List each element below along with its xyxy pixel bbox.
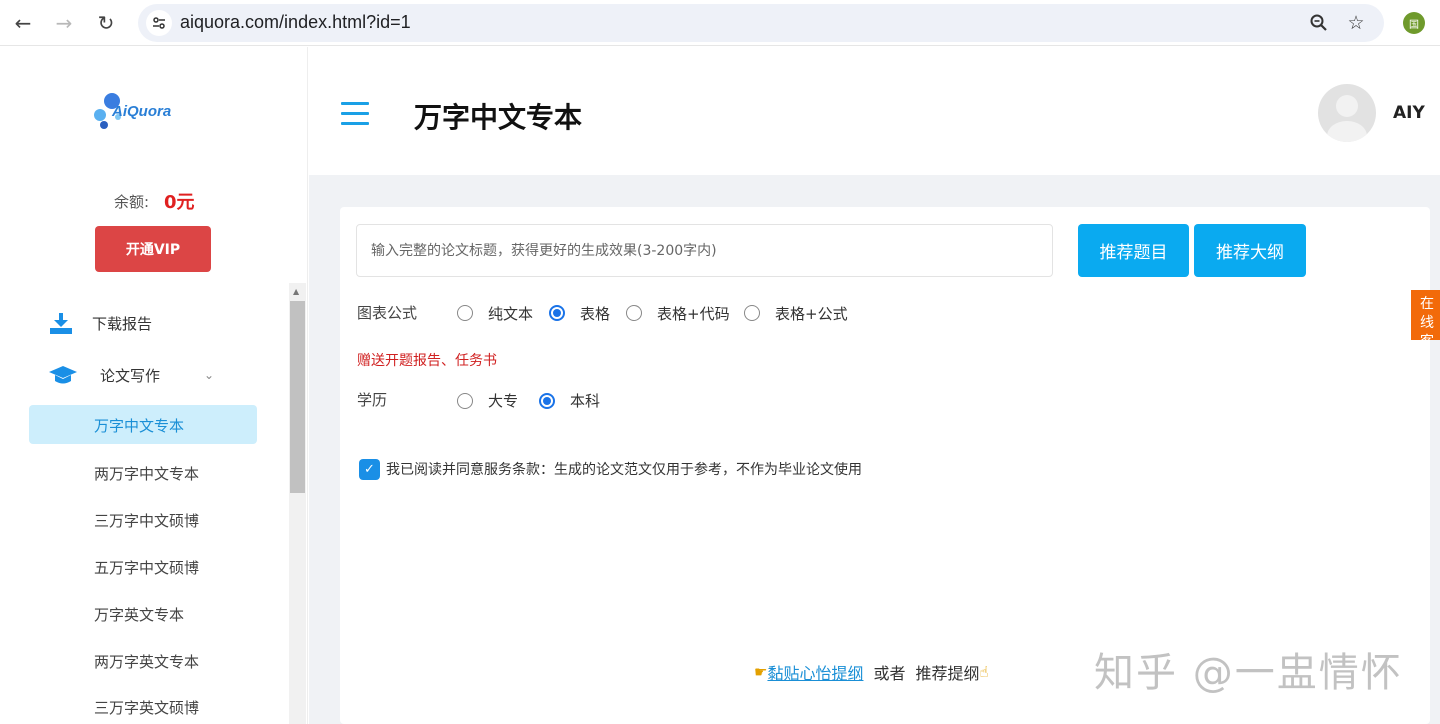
download-icon	[50, 313, 72, 334]
radio-table-code[interactable]	[626, 305, 642, 321]
bookmark-star-icon[interactable]: ☆	[1345, 12, 1367, 34]
graduation-cap-icon	[49, 366, 77, 384]
or-text: 或者	[873, 664, 906, 683]
menu-item-download-report[interactable]: 下载报告	[48, 311, 152, 335]
menu-item-thesis-writing[interactable]: 论文写作 ⌄	[48, 363, 214, 387]
balance-label: 余额:	[114, 193, 150, 211]
submenu-item[interactable]: 万字英文专本	[94, 604, 184, 625]
page-title: 万字中文专本	[414, 101, 583, 134]
sidebar: AiQuora 余额: 0元 开通VIP 下载报告 论文写作 ⌄ 万字中文专本 …	[0, 47, 308, 724]
submenu-item[interactable]: 两万字英文专本	[94, 651, 199, 672]
submenu-item[interactable]: 五万字中文硕博	[94, 557, 199, 578]
radio-bachelor[interactable]	[539, 393, 555, 409]
radio-label: 表格+代码	[657, 305, 730, 323]
user-avatar[interactable]	[1318, 84, 1376, 142]
scroll-up-icon[interactable]: ▲	[293, 287, 299, 296]
logo-text: AiQuora	[112, 103, 172, 120]
submenu-item[interactable]: 三万字中文硕博	[94, 510, 199, 531]
submenu-item-label: 万字中文专本	[94, 417, 185, 435]
gift-notice: 赠送开题报告、任务书	[357, 353, 497, 369]
degree-label: 学历	[357, 391, 388, 409]
chevron-down-icon[interactable]: ⌄	[204, 368, 214, 382]
browser-toolbar: ← → ↻ aiquora.com/index.html?id=1 ☆ 国	[0, 0, 1440, 46]
radio-plain-text[interactable]	[457, 305, 473, 321]
forward-arrow-icon[interactable]: →	[50, 9, 78, 37]
outline-actions: ☛ 黏贴心怡提纲 或者 推荐提纲 ☝	[754, 660, 989, 684]
radio-label: 纯文本	[488, 305, 534, 323]
recommend-outline-button[interactable]: 推荐大纲	[1194, 224, 1306, 277]
recommend-outline-link[interactable]: 推荐提纲	[915, 660, 979, 684]
profile-avatar-icon[interactable]: 国	[1403, 12, 1425, 34]
submenu-item[interactable]: 三万字英文硕博	[94, 697, 199, 718]
radio-junior-college[interactable]	[457, 393, 473, 409]
reload-icon[interactable]: ↻	[92, 9, 120, 37]
site-info-icon[interactable]	[146, 10, 172, 36]
username[interactable]: AIY	[1393, 103, 1425, 123]
radio-table[interactable]	[549, 305, 565, 321]
submenu-item[interactable]: 两万字中文专本	[94, 463, 199, 484]
submenu-item-active[interactable]: 万字中文专本	[29, 405, 257, 444]
online-service-tab[interactable]: 在线客服	[1411, 290, 1440, 340]
radio-label: 表格	[580, 305, 611, 323]
open-vip-button[interactable]: 开通VIP	[95, 226, 211, 272]
aiquora-logo[interactable]: AiQuora	[90, 91, 180, 131]
balance-value: 0元	[164, 192, 195, 213]
address-bar[interactable]: aiquora.com/index.html?id=1 ☆	[138, 4, 1384, 42]
pointing-hand-up-icon: ☝	[979, 663, 989, 681]
menu-item-label: 下载报告	[92, 314, 153, 333]
url-text[interactable]: aiquora.com/index.html?id=1	[180, 12, 411, 33]
menu-item-label: 论文写作	[100, 366, 161, 385]
main-header: 万字中文专本 AIY	[309, 47, 1440, 175]
radio-label: 大专	[488, 392, 519, 410]
back-arrow-icon[interactable]: ←	[9, 9, 37, 37]
watermark-text: 知乎 @一盅情怀	[1094, 650, 1403, 696]
agree-terms-text: 我已阅读并同意服务条款：生成的论文范文仅用于参考，不作为毕业论文使用	[386, 462, 862, 478]
recommend-topic-button[interactable]: 推荐题目	[1078, 224, 1189, 277]
radio-label: 本科	[570, 392, 601, 410]
zoom-icon[interactable]	[1308, 12, 1330, 34]
paste-outline-link[interactable]: 黏贴心怡提纲	[767, 660, 863, 684]
radio-table-formula[interactable]	[744, 305, 760, 321]
chart-formula-label: 图表公式	[357, 304, 418, 322]
sidebar-scroll-thumb[interactable]	[290, 301, 305, 493]
pointing-hand-right-icon: ☛	[754, 663, 768, 681]
thesis-title-input[interactable]	[356, 224, 1053, 277]
agree-terms-checkbox[interactable]: ✓	[359, 459, 380, 480]
hamburger-menu-icon[interactable]	[341, 102, 369, 125]
radio-label: 表格+公式	[775, 305, 848, 323]
